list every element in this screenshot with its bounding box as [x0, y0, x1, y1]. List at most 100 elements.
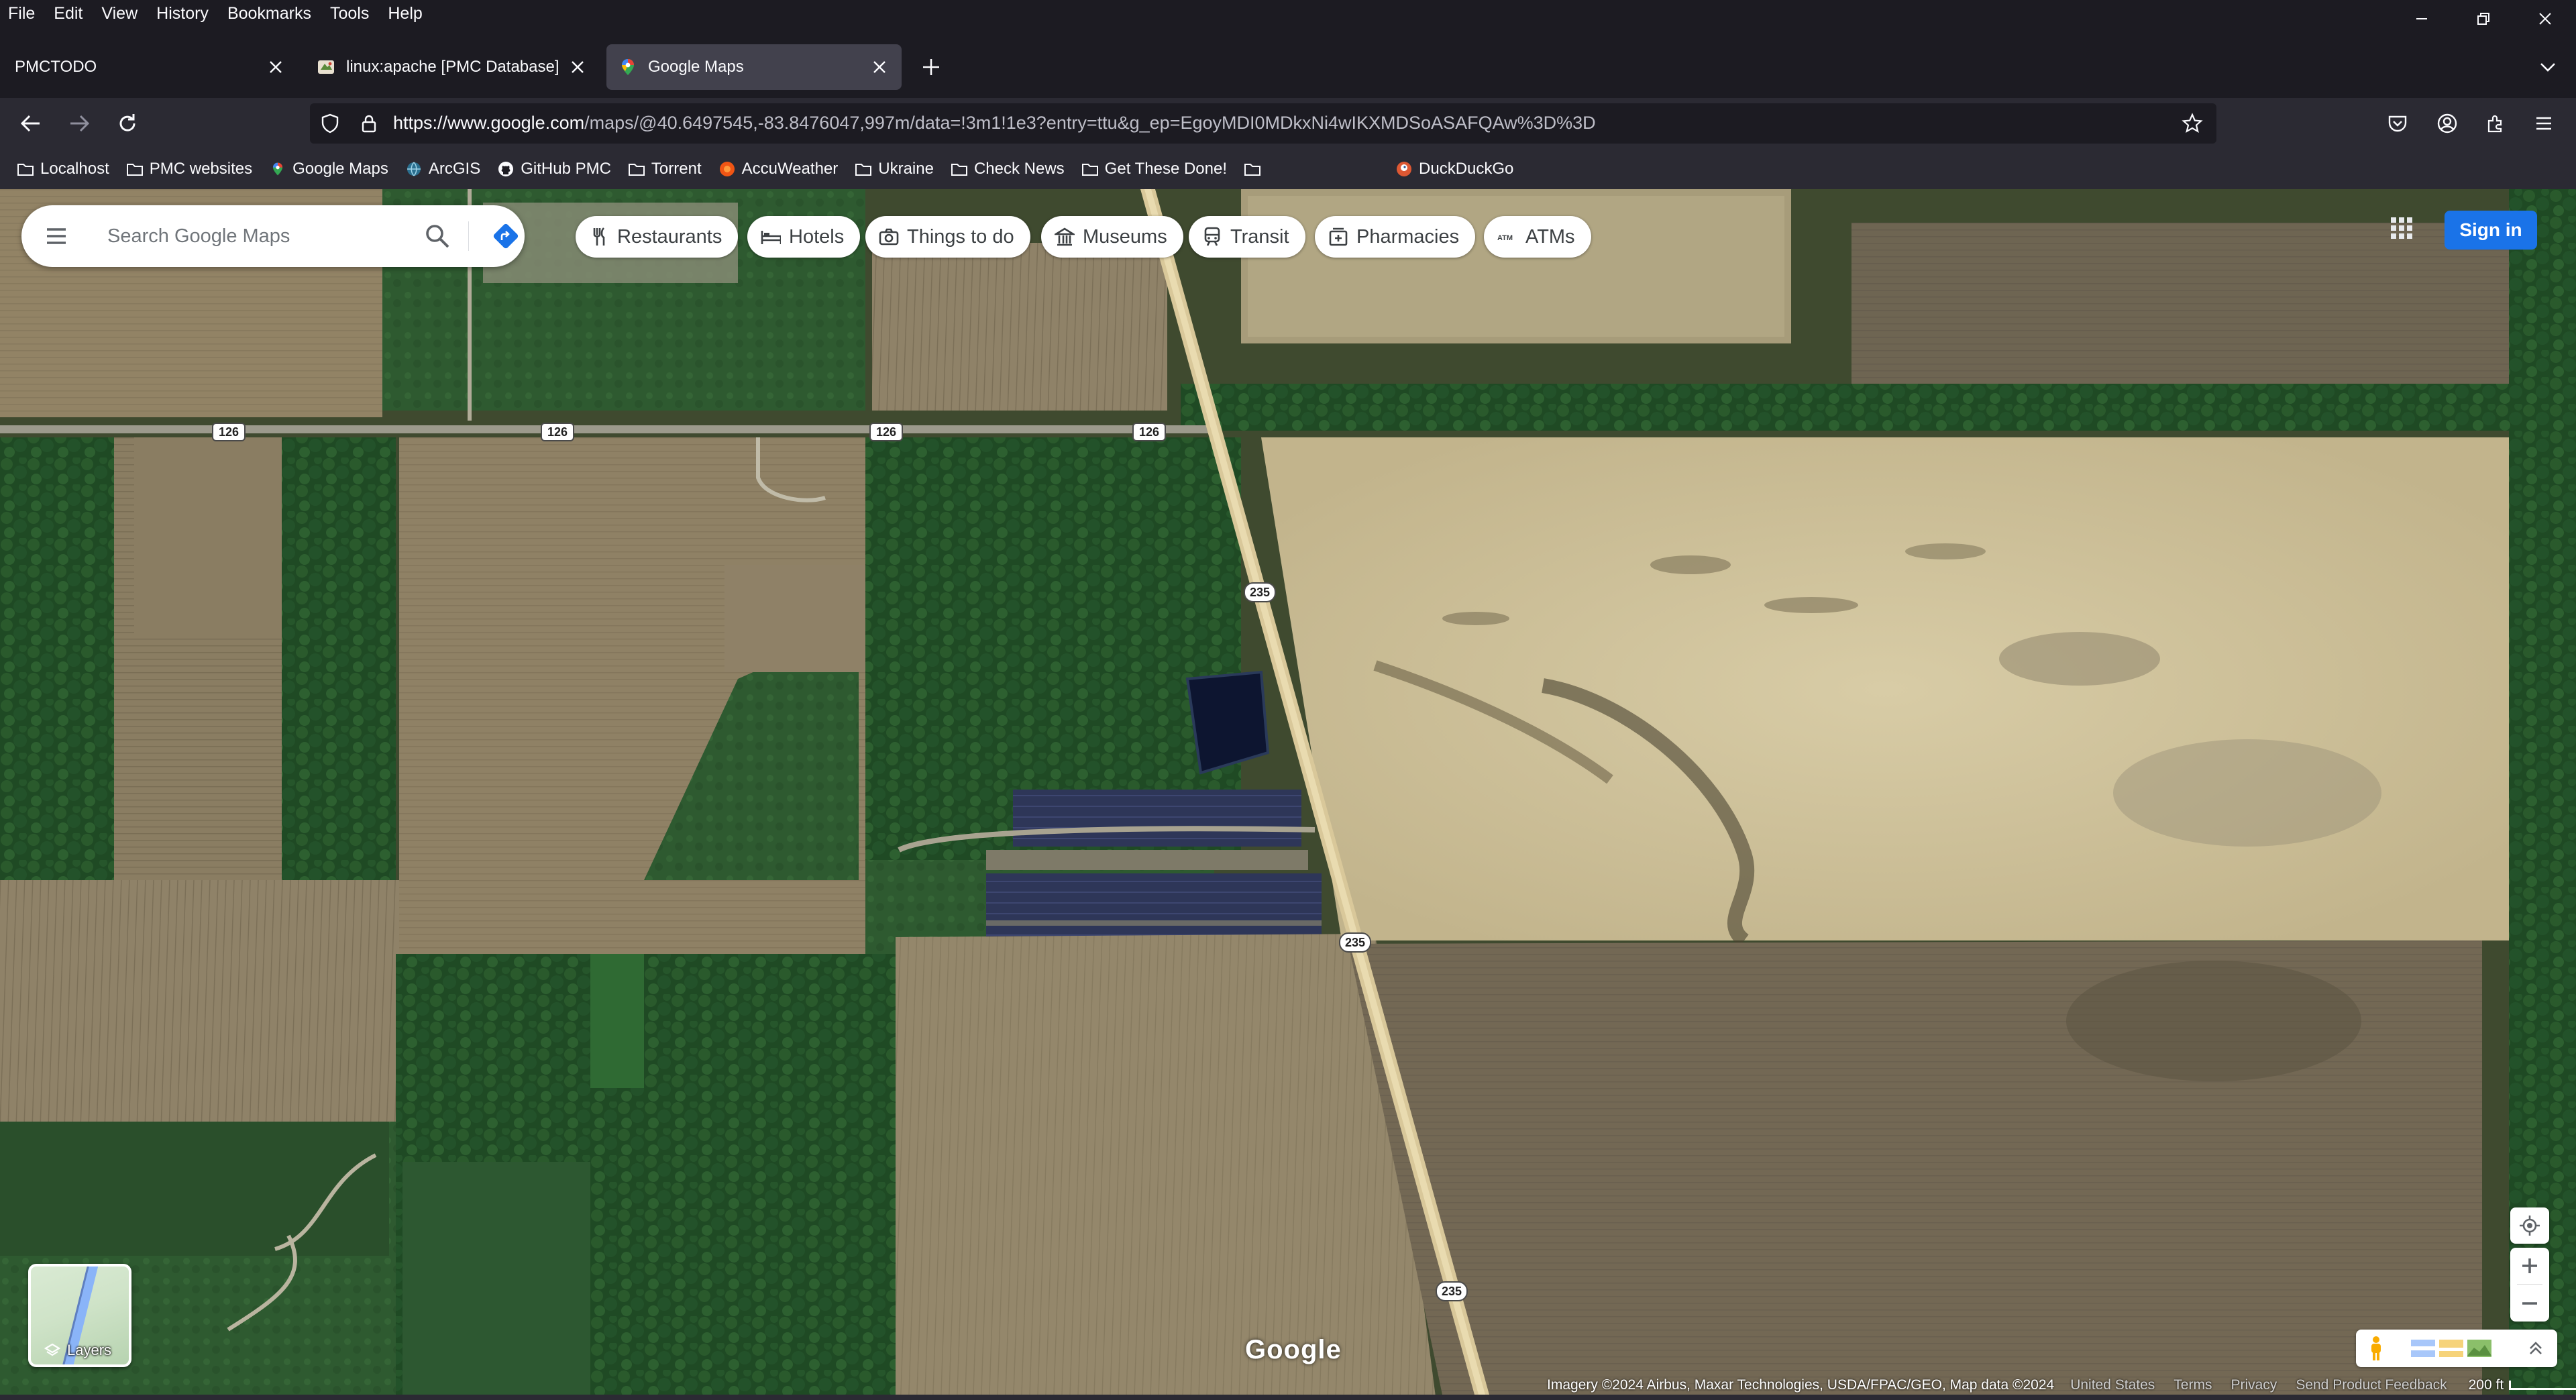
- account-button[interactable]: [2431, 107, 2463, 140]
- main-menu-button[interactable]: [42, 221, 71, 251]
- zoom-in-button[interactable]: [2510, 1248, 2549, 1284]
- bookmark-ukraine[interactable]: Ukraine: [854, 160, 934, 178]
- url-host: https://www.google.com: [393, 113, 585, 133]
- menu-tools[interactable]: Tools: [321, 0, 378, 30]
- url-path: /maps/@40.6497545,-83.8476047,997m/data=…: [584, 113, 1596, 133]
- chip-hotels[interactable]: Hotels: [747, 216, 861, 258]
- imagery-attribution: Imagery ©2024 Airbus, Maxar Technologies…: [1547, 1377, 2055, 1393]
- bookmark-duckduckgo[interactable]: DuckDuckGo: [1395, 160, 1513, 178]
- chip-pharmacies[interactable]: Pharmacies: [1315, 216, 1476, 258]
- close-icon: [572, 61, 584, 73]
- scale-bar[interactable]: 200 ft: [2457, 1377, 2576, 1393]
- menu-bookmarks[interactable]: Bookmarks: [218, 0, 321, 30]
- directions-icon: [493, 223, 519, 249]
- bookmark-unnamed-folder[interactable]: [1243, 160, 1267, 178]
- folder-icon: [950, 160, 969, 178]
- road-shield-235: 235: [1436, 1281, 1468, 1301]
- tab-close-button[interactable]: [869, 57, 890, 77]
- chip-transit[interactable]: Transit: [1189, 216, 1305, 258]
- list-all-tabs-button[interactable]: [2533, 52, 2563, 82]
- bookmark-label: Get These Done!: [1104, 160, 1228, 178]
- my-location-button[interactable]: [2510, 1207, 2549, 1244]
- google-maps-pin-icon: [622, 59, 634, 75]
- hamburger-menu-icon: [2536, 117, 2551, 130]
- footer-link-terms[interactable]: Terms: [2164, 1377, 2221, 1393]
- tab-close-button[interactable]: [568, 57, 588, 77]
- globe-icon: [405, 160, 423, 178]
- scale-line: [2509, 1380, 2576, 1390]
- chip-atms[interactable]: ATM ATMs: [1484, 216, 1591, 258]
- search-button[interactable]: [423, 221, 452, 251]
- pegman-button[interactable]: [2361, 1334, 2391, 1363]
- zoom-out-button[interactable]: [2510, 1285, 2549, 1322]
- url-text[interactable]: https://www.google.com/maps/@40.6497545,…: [393, 113, 1596, 133]
- forward-button[interactable]: [63, 107, 95, 140]
- camera-icon: [879, 227, 899, 247]
- close-window-button[interactable]: [2514, 0, 2576, 38]
- bookmark-label: Google Maps: [292, 160, 388, 178]
- google-apps-button[interactable]: [2387, 213, 2416, 243]
- bookmark-torrent[interactable]: Torrent: [627, 160, 702, 178]
- chip-label: Things to do: [907, 225, 1014, 248]
- tab-close-button[interactable]: [266, 57, 286, 77]
- tracking-shield-icon[interactable]: [319, 113, 341, 134]
- map-thumbnails-icon: [2411, 1340, 2491, 1357]
- pharmacy-icon: [1328, 227, 1348, 247]
- footer-link-privacy[interactable]: Privacy: [2221, 1377, 2286, 1393]
- pegman-icon: [2371, 1336, 2381, 1360]
- road-shield-235: 235: [1339, 932, 1371, 953]
- search-icon: [426, 225, 449, 248]
- search-input[interactable]: [107, 205, 402, 267]
- folder-icon: [16, 160, 35, 178]
- sign-in-button[interactable]: Sign in: [2445, 211, 2537, 250]
- expand-thumbnails-button[interactable]: [2521, 1334, 2551, 1363]
- bookmark-check-news[interactable]: Check News: [950, 160, 1065, 178]
- chip-things-to-do[interactable]: Things to do: [865, 216, 1030, 258]
- bookmark-label: PMC websites: [149, 160, 253, 178]
- satellite-imagery[interactable]: [0, 189, 2576, 1395]
- map-type-thumbnails[interactable]: [2410, 1334, 2493, 1363]
- bookmark-get-these-done[interactable]: Get These Done!: [1081, 160, 1227, 178]
- arrow-left-icon: [20, 115, 40, 132]
- menu-file[interactable]: File: [0, 0, 44, 30]
- tab-linux-apache[interactable]: linux:apache [PMC Database]: [305, 44, 600, 90]
- tab-bar: PMCTODO linux:apache [PMC Database] Goog…: [0, 38, 2576, 98]
- minimize-button[interactable]: [2391, 0, 2453, 38]
- menu-edit[interactable]: Edit: [44, 0, 92, 30]
- back-button[interactable]: [15, 107, 47, 140]
- layers-button[interactable]: Layers: [28, 1264, 131, 1367]
- road-shield-235: 235: [1244, 582, 1276, 602]
- bookmark-localhost[interactable]: Localhost: [16, 160, 109, 178]
- layers-label: Layers: [67, 1342, 112, 1358]
- url-bar[interactable]: https://www.google.com/maps/@40.6497545,…: [310, 103, 2216, 144]
- chip-restaurants[interactable]: Restaurants: [576, 216, 739, 258]
- menu-help[interactable]: Help: [378, 0, 431, 30]
- zoom-divider: [2517, 1284, 2542, 1285]
- directions-button[interactable]: [491, 221, 521, 251]
- bookmark-github-pmc[interactable]: GitHub PMC: [496, 160, 611, 178]
- tab-google-maps[interactable]: Google Maps: [606, 44, 902, 90]
- menu-view[interactable]: View: [92, 0, 147, 30]
- extensions-button[interactable]: [2479, 107, 2512, 140]
- lock-icon[interactable]: [358, 113, 380, 134]
- app-menu-button[interactable]: [2528, 107, 2560, 140]
- bookmark-star-icon[interactable]: [2182, 113, 2203, 134]
- footer-link-united-states[interactable]: United States: [2061, 1377, 2164, 1393]
- bookmark-pmc-websites[interactable]: PMC websites: [125, 160, 252, 178]
- bookmark-label: Ukraine: [878, 160, 934, 178]
- bookmark-arcgis[interactable]: ArcGIS: [405, 160, 480, 178]
- reload-button[interactable]: [111, 107, 144, 140]
- footer-link-send-feedback[interactable]: Send Product Feedback: [2286, 1377, 2456, 1393]
- new-tab-button[interactable]: [916, 52, 946, 82]
- bookmark-accuweather[interactable]: AccuWeather: [718, 160, 838, 178]
- tab-pmctodo[interactable]: PMCTODO: [3, 44, 298, 90]
- restore-button[interactable]: [2453, 0, 2514, 38]
- folder-icon: [1243, 160, 1262, 178]
- map-canvas[interactable]: 126 126 126 126 235 235 235 Restaurants …: [0, 189, 2576, 1395]
- chip-museums[interactable]: Museums: [1041, 216, 1183, 258]
- menu-history[interactable]: History: [147, 0, 218, 30]
- bookmark-label: ArcGIS: [428, 160, 481, 178]
- pocket-button[interactable]: [2381, 107, 2414, 140]
- chip-label: Museums: [1083, 225, 1167, 248]
- bookmark-google-maps[interactable]: Google Maps: [268, 160, 388, 178]
